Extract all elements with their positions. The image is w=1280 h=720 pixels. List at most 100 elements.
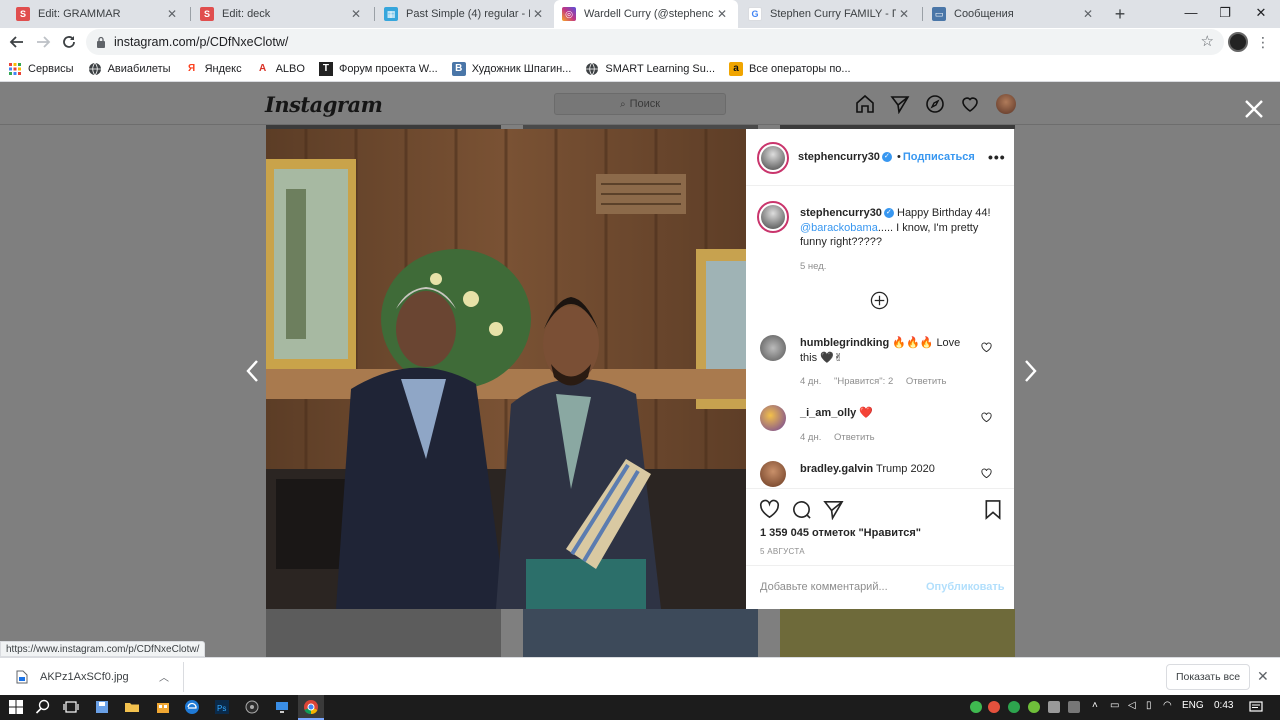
tray-app-icon[interactable]	[1008, 701, 1020, 713]
profile-avatar[interactable]	[996, 94, 1016, 114]
minimize-button[interactable]: —	[1174, 0, 1208, 28]
bookmark-item[interactable]: Авиабилеты	[88, 62, 171, 76]
close-tab-icon[interactable]: ✕	[896, 7, 912, 21]
media-app-icon[interactable]	[244, 699, 260, 715]
new-tab-button[interactable]: +	[1110, 4, 1130, 24]
post-options-icon[interactable]: •••	[988, 149, 1006, 165]
battery-icon[interactable]: ▯	[1146, 700, 1152, 711]
share-send-icon[interactable]	[823, 499, 844, 520]
tray-app-icon[interactable]	[1048, 701, 1060, 713]
profile-avatar[interactable]	[1228, 32, 1248, 52]
tab-edit-grammar[interactable]: S Edit: GRAMMAR ✕	[8, 0, 188, 28]
show-all-downloads-button[interactable]: Показать все	[1166, 664, 1250, 690]
bookmark-item[interactable]: Я Яндекс	[185, 62, 242, 76]
previous-post-chevron-icon[interactable]	[243, 358, 263, 384]
explore-compass-icon[interactable]	[925, 94, 945, 114]
caption-username[interactable]: stephencurry30	[800, 207, 882, 219]
bookmark-item[interactable]: SMART Learning Su...	[585, 62, 715, 76]
bookmark-item[interactable]: a Все операторы по...	[729, 61, 851, 76]
chevron-up-icon[interactable]: ︿	[159, 669, 169, 684]
chrome-icon[interactable]	[303, 699, 319, 715]
browser-menu-icon[interactable]: ⋮	[1256, 32, 1270, 52]
load-more-comments-icon[interactable]	[870, 291, 889, 310]
instagram-logo[interactable]: Instagram	[265, 92, 383, 117]
reload-button[interactable]	[59, 32, 79, 52]
monitor-app-icon[interactable]	[274, 699, 290, 715]
download-item[interactable]: AKPz1AxSCf0.jpg ︿	[6, 662, 184, 692]
file-explorer-icon[interactable]	[124, 699, 140, 715]
author-username[interactable]: stephencurry30	[798, 151, 880, 163]
input-language[interactable]: ENG	[1182, 700, 1204, 711]
tab-past-simple[interactable]: ▦ Past Simple (4) regular - Rando ✕	[376, 0, 554, 28]
task-view-icon[interactable]	[63, 699, 79, 715]
bookmark-item[interactable]: В Художник Шпагин...	[451, 61, 571, 76]
windows-start-icon[interactable]	[8, 699, 24, 715]
clock-time[interactable]: 0:43	[1214, 700, 1233, 711]
close-tab-icon[interactable]: ✕	[348, 7, 364, 21]
tab-edit-deck[interactable]: S Edit: deck ✕	[192, 0, 372, 28]
close-icon[interactable]	[1242, 97, 1266, 121]
likes-count[interactable]: 1 359 045 отметок "Нравится"	[760, 527, 921, 539]
bookmark-item[interactable]: T Форум проекта W...	[318, 61, 438, 76]
close-window-button[interactable]: ✕	[1244, 0, 1278, 28]
notifications-icon[interactable]	[1248, 699, 1264, 715]
close-tab-icon[interactable]: ✕	[1080, 7, 1096, 21]
maximize-button[interactable]: ❐	[1208, 0, 1242, 28]
publish-button[interactable]: Опубликовать	[926, 581, 1005, 593]
close-downloads-icon[interactable]: ✕	[1257, 668, 1269, 685]
comment-username[interactable]: humblegrindking	[800, 337, 889, 349]
like-heart-icon[interactable]	[759, 499, 780, 520]
tab-instagram[interactable]: ◎ Wardell Curry (@stephencurry3 ✕	[554, 0, 738, 28]
caption-author-avatar[interactable]	[757, 201, 789, 233]
comment-input[interactable]: Добавьте комментарий...	[760, 581, 888, 593]
comment-username[interactable]: _i_am_olly	[800, 407, 856, 419]
bookmark-item[interactable]: A ALBO	[256, 62, 305, 76]
tab-messages[interactable]: ▭ Сообщения ✕	[924, 0, 1104, 28]
tray-app-icon[interactable]	[988, 701, 1000, 713]
store-icon[interactable]	[155, 699, 171, 715]
volume-icon[interactable]: ◁	[1128, 700, 1136, 711]
grid-tile[interactable]	[266, 609, 501, 657]
like-comment-heart-icon[interactable]	[981, 468, 992, 479]
show-hidden-icons-chevron-icon[interactable]: ˄	[1092, 700, 1098, 711]
bookmark-item[interactable]: Сервисы	[8, 62, 74, 76]
home-icon[interactable]	[855, 94, 875, 114]
comment-bubble-icon[interactable]	[791, 499, 812, 520]
follow-button[interactable]: Подписаться	[903, 151, 975, 163]
like-comment-heart-icon[interactable]	[981, 342, 992, 353]
mention-link[interactable]: @barackobama	[800, 222, 878, 234]
edge-browser-icon[interactable]	[184, 699, 200, 715]
commenter-avatar[interactable]	[760, 335, 786, 361]
commenter-avatar[interactable]	[760, 461, 786, 487]
save-app-icon[interactable]	[94, 699, 110, 715]
grid-tile[interactable]	[780, 609, 1015, 657]
photoshop-icon[interactable]: Ps	[214, 699, 230, 715]
bookmark-star-icon[interactable]: ☆	[1201, 32, 1214, 50]
commenter-avatar[interactable]	[760, 405, 786, 431]
reply-button[interactable]: Ответить	[834, 432, 875, 443]
comment-likes[interactable]: "Нравится": 2	[834, 376, 893, 387]
close-tab-icon[interactable]: ✕	[530, 7, 546, 21]
comment-username[interactable]: bradley.galvin	[800, 463, 873, 475]
search-input[interactable]: ⌕ Поиск	[554, 93, 726, 115]
activity-heart-icon[interactable]	[960, 94, 980, 114]
close-tab-icon[interactable]: ✕	[164, 7, 180, 21]
next-post-chevron-icon[interactable]	[1020, 358, 1040, 384]
back-button[interactable]	[7, 32, 27, 52]
tray-app-icon[interactable]	[1028, 701, 1040, 713]
close-tab-icon[interactable]: ✕	[714, 7, 730, 21]
author-avatar[interactable]	[757, 142, 789, 174]
reply-button[interactable]: Ответить	[906, 376, 947, 387]
direct-send-icon[interactable]	[890, 94, 910, 114]
post-image[interactable]	[266, 129, 746, 609]
forward-button[interactable]	[33, 32, 53, 52]
search-icon[interactable]	[35, 699, 51, 715]
save-bookmark-icon[interactable]	[983, 499, 1003, 520]
like-comment-heart-icon[interactable]	[981, 412, 992, 423]
grid-tile[interactable]	[523, 609, 758, 657]
tray-app-icon[interactable]	[1068, 701, 1080, 713]
tray-app-icon[interactable]	[970, 701, 982, 713]
address-bar[interactable]: instagram.com/p/CDfNxeClotw/ ☆	[86, 29, 1224, 55]
tab-google-search[interactable]: G Stephen Curry FAMILY - Поиск ✕	[740, 0, 920, 28]
wifi-icon[interactable]: ◠	[1163, 700, 1172, 711]
